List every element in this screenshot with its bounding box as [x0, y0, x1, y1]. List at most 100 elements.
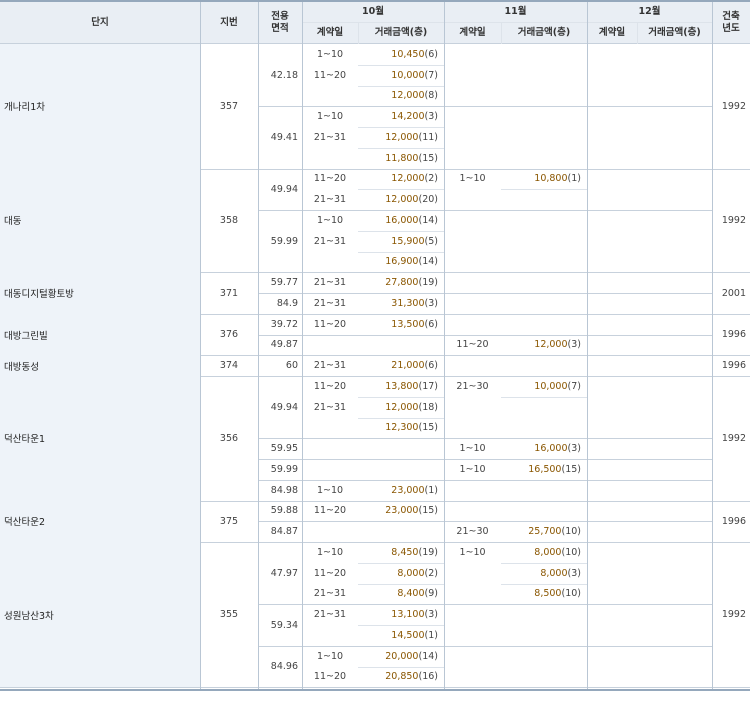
- grid-line: [200, 2, 201, 689]
- grid-line: [444, 2, 445, 689]
- complex-name-cell: 덕산타운1: [0, 376, 200, 501]
- oct-floor: (6): [424, 318, 438, 330]
- oct-amount-cell: 12,000 (11): [358, 127, 444, 148]
- grid-line: [637, 22, 638, 44]
- oct-contract-date-cell: 11~20: [302, 169, 358, 190]
- nov-contract-date: 21~30: [456, 380, 489, 392]
- nov-floor: (15): [561, 463, 581, 475]
- grid-line: [302, 2, 303, 689]
- lot-number-cell: 376: [200, 314, 258, 356]
- nov-price: 10,800: [534, 173, 568, 185]
- exclusive-area: 59.34: [270, 619, 298, 631]
- oct-amount-cell: 10,000 (7): [358, 65, 444, 86]
- build-year: 1992: [721, 609, 746, 621]
- oct-contract-date-cell: 11~20: [302, 501, 358, 522]
- exclusive-area-cell: 59.99: [258, 459, 302, 480]
- exclusive-area-cell: 59.99: [258, 210, 302, 272]
- oct-price: 16,900: [385, 256, 419, 268]
- complex-name-cell: 대방동성: [0, 355, 200, 376]
- oct-contract-date: 1~10: [316, 546, 344, 558]
- oct-amount-cell: 13,100 (3): [358, 604, 444, 625]
- oct-contract-date-cell: 1~10: [302, 210, 358, 231]
- nov-amount-cell: 8,000 (10): [501, 542, 587, 563]
- build-year-cell: 2001: [712, 272, 750, 314]
- exclusive-area-cell: 84.96: [258, 646, 302, 688]
- header-month-nov: 11월: [444, 2, 587, 22]
- complex-name-cell: 대방그린빌: [0, 313, 200, 356]
- oct-contract-date-cell: 21~31: [302, 293, 358, 314]
- oct-price: 14,200: [391, 111, 425, 123]
- oct-price: 15,900: [391, 235, 425, 247]
- build-year-cell: 1996: [712, 355, 750, 376]
- oct-contract-date-cell: 1~10: [302, 480, 358, 501]
- oct-contract-date: 11~20: [313, 173, 347, 185]
- header-oct-contract-date: 계약일: [302, 22, 358, 44]
- exclusive-area-cell: 60: [258, 355, 302, 376]
- oct-contract-date-cell: 11~20: [302, 563, 358, 584]
- complex-name: 개나리1차: [4, 102, 46, 114]
- oct-contract-date-cell: 21~31: [302, 127, 358, 148]
- lot-number-cell: 357: [200, 44, 258, 169]
- grid-line: [501, 22, 502, 44]
- lot-number: 356: [219, 432, 239, 444]
- oct-price: 27,800: [385, 277, 419, 289]
- oct-floor: (6): [424, 360, 438, 372]
- exclusive-area-cell: 84.87: [258, 521, 302, 542]
- oct-contract-date: 1~10: [316, 214, 344, 226]
- oct-contract-date: 1~10: [316, 484, 344, 496]
- exclusive-area: 84.87: [270, 526, 298, 538]
- build-year: 1992: [721, 432, 746, 444]
- complex-name-cell: 대동: [0, 168, 200, 273]
- oct-amount-cell: 12,300 (15): [358, 418, 444, 439]
- build-year-cell: 1996: [712, 501, 750, 543]
- lot-number: 375: [219, 515, 239, 527]
- oct-amount-cell: 12,000 (18): [358, 397, 444, 418]
- build-year: 2001: [721, 287, 746, 299]
- lot-number: 374: [219, 360, 239, 372]
- nov-contract-date-cell: 1~10: [444, 542, 501, 563]
- oct-contract-date: 11~20: [313, 567, 347, 579]
- exclusive-area-cell: 49.94: [258, 376, 302, 438]
- oct-price: 31,300: [391, 297, 425, 309]
- oct-floor: (5): [424, 235, 438, 247]
- oct-floor: (19): [418, 277, 438, 289]
- exclusive-area: 84.98: [270, 484, 298, 496]
- oct-price: 12,000: [391, 173, 425, 185]
- oct-price: 13,500: [391, 318, 425, 330]
- oct-floor: (7): [424, 69, 438, 81]
- nov-floor: (10): [561, 588, 581, 600]
- nov-amount-cell: 12,000 (3): [501, 335, 587, 356]
- oct-floor: (2): [424, 567, 438, 579]
- oct-amount-cell: 23,000 (15): [358, 501, 444, 522]
- lot-number-cell: 356: [200, 376, 258, 501]
- exclusive-area-cell: 59.88: [258, 501, 302, 522]
- build-year-cell: 1992: [712, 169, 750, 273]
- oct-price: 13,800: [385, 380, 419, 392]
- oct-contract-date: 21~31: [313, 401, 347, 413]
- oct-floor: (6): [424, 48, 438, 60]
- grid-line: [501, 189, 587, 191]
- oct-amount-cell: 13,500 (6): [358, 314, 444, 335]
- nov-price: 8,500: [534, 588, 562, 600]
- oct-contract-date-cell: 21~31: [302, 355, 358, 376]
- exclusive-area: 59.99: [270, 235, 298, 247]
- nov-price: 25,700: [528, 526, 562, 538]
- oct-floor: (11): [418, 131, 438, 143]
- oct-contract-date-cell: 11~20: [302, 65, 358, 86]
- oct-floor: (3): [424, 111, 438, 123]
- nov-floor: (10): [561, 546, 581, 558]
- build-year: 1992: [721, 100, 746, 112]
- nov-contract-date: 1~10: [459, 463, 486, 475]
- nov-floor: (3): [567, 567, 581, 579]
- oct-contract-date-cell: 1~10: [302, 646, 358, 667]
- nov-amount-cell: 16,500 (15): [501, 459, 587, 480]
- oct-price: 12,300: [385, 422, 419, 434]
- nov-contract-date-cell: 1~10: [444, 438, 501, 459]
- oct-amount-cell: 10,450 (6): [358, 44, 444, 65]
- oct-price: 10,450: [391, 48, 425, 60]
- oct-floor: (14): [418, 650, 438, 662]
- nov-contract-date: 1~10: [459, 173, 486, 185]
- lot-number: 358: [219, 214, 239, 226]
- nov-floor: (3): [567, 443, 581, 455]
- oct-amount-cell: 11,800 (15): [358, 148, 444, 169]
